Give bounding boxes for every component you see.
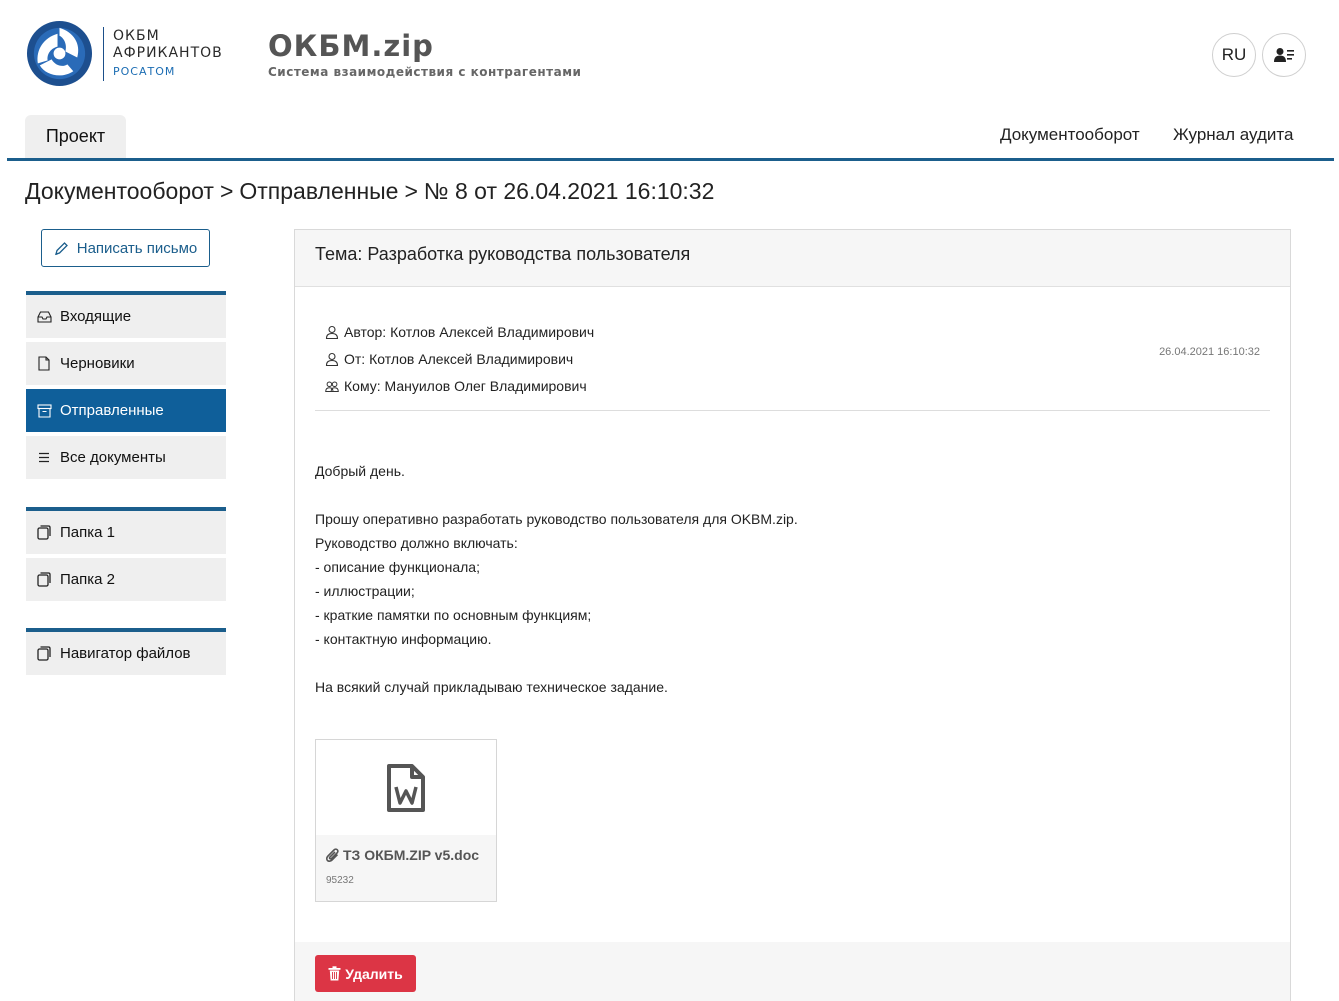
breadcrumb-separator: > <box>219 178 234 204</box>
message-body: Добрый день. Прошу оперативно разработат… <box>315 459 798 699</box>
archive-icon <box>36 403 52 419</box>
sidebar-item-label: Входящие <box>60 308 132 325</box>
delete-label: Удалить <box>345 965 403 982</box>
folder-icon <box>36 572 52 588</box>
message-to: Кому: Мануилов Олег Владимирович <box>325 372 594 399</box>
sidebar-item-label: Все документы <box>60 449 166 466</box>
inbox-icon <box>36 309 52 325</box>
list-icon <box>36 450 52 466</box>
attachment-card[interactable]: ТЗ ОКБМ.ZIP v5.doc 95232 <box>315 739 497 902</box>
sidebar-files-group: Навигатор файлов <box>26 628 226 679</box>
sidebar-folders-group: Папка 1 Папка 2 <box>26 507 226 605</box>
sidebar-item-inbox[interactable]: Входящие <box>26 295 226 338</box>
app-title: ОКБМ.zip <box>268 29 434 63</box>
user-icon <box>325 352 339 366</box>
logo-line-3: РОСАТОМ <box>113 64 176 78</box>
users-icon <box>325 379 339 393</box>
breadcrumb-docflow[interactable]: Документооборот <box>25 178 214 205</box>
body-line: На всякий случай прикладываю техническое… <box>315 679 668 695</box>
breadcrumb-current: № 8 от 26.04.2021 16:10:32 <box>423 178 715 204</box>
body-line: Добрый день. <box>315 463 405 479</box>
compose-button[interactable]: Написать письмо <box>41 229 210 267</box>
breadcrumb-sent[interactable]: Отправленные <box>239 178 398 205</box>
logo-line-2: АФРИКАНТОВ <box>113 44 223 61</box>
user-profile-button[interactable] <box>1262 33 1306 77</box>
nav-link-audit-log[interactable]: Журнал аудита <box>1173 125 1293 145</box>
app-subtitle: Система взаимодействия с контрагентами <box>268 65 582 79</box>
sidebar-mail-group: Входящие Черновики Отправленные Все доку… <box>26 291 226 483</box>
to-text: Кому: Мануилов Олег Владимирович <box>344 377 587 394</box>
app-brand: ОКБМ.zip Система взаимодействия с контра… <box>268 28 581 79</box>
paperclip-icon <box>326 847 339 862</box>
sidebar-item-label: Навигатор файлов <box>60 645 191 662</box>
file-icon <box>36 356 52 372</box>
body-line: - краткие памятки по основным функциям; <box>315 607 592 623</box>
attachment-filename: ТЗ ОКБМ.ZIP v5.doc <box>343 847 480 863</box>
language-button[interactable]: RU <box>1212 33 1256 77</box>
logo-text: ОКБМ АФРИКАНТОВ РОСАТОМ <box>113 28 223 80</box>
body-line: - иллюстрации; <box>315 583 415 599</box>
company-logo[interactable]: ОКБМ АФРИКАНТОВ РОСАТОМ <box>26 20 223 87</box>
folder-icon <box>36 525 52 541</box>
word-file-icon <box>387 763 425 812</box>
attachment-size: 95232 <box>326 875 354 886</box>
sidebar-item-sent[interactable]: Отправленные <box>26 389 226 432</box>
attachment-preview <box>316 740 496 835</box>
compose-label: Написать письмо <box>76 239 198 257</box>
folder-icon <box>36 646 52 662</box>
body-line <box>315 651 798 675</box>
sidebar-item-label: Папка 2 <box>60 571 115 588</box>
sidebar-item-drafts[interactable]: Черновики <box>26 342 226 385</box>
author-text: Автор: Котлов Алексей Владимирович <box>344 323 595 340</box>
message-meta: Автор: Котлов Алексей Владимирович От: К… <box>325 318 594 399</box>
sidebar-item-label: Черновики <box>60 355 135 372</box>
message-subject: Тема: Разработка руководства пользовател… <box>295 230 1290 287</box>
body-line: - контактную информацию. <box>315 631 492 647</box>
sidebar-item-all-documents[interactable]: Все документы <box>26 436 226 479</box>
message-author: Автор: Котлов Алексей Владимирович <box>325 318 594 345</box>
user-card-icon <box>1274 48 1294 62</box>
message-date: 26.04.2021 16:10:32 <box>1159 346 1260 358</box>
logo-line-1: ОКБМ <box>113 27 160 44</box>
delete-button[interactable]: Удалить <box>315 955 416 992</box>
sidebar-item-label: Папка 1 <box>60 524 115 541</box>
body-line <box>315 483 798 507</box>
tab-project[interactable]: Проект <box>25 115 126 158</box>
message-panel: Тема: Разработка руководства пользовател… <box>294 229 1291 1001</box>
logo-separator <box>103 26 104 81</box>
user-icon <box>325 325 339 339</box>
nav-link-docflow[interactable]: Документооборот <box>1000 125 1140 145</box>
sidebar-item-folder-2[interactable]: Папка 2 <box>26 558 226 601</box>
from-text: От: Котлов Алексей Владимирович <box>344 350 574 367</box>
message-footer: Удалить <box>295 942 1290 1001</box>
attachment-info: ТЗ ОКБМ.ZIP v5.doc 95232 <box>316 835 496 901</box>
attachment-name[interactable]: ТЗ ОКБМ.ZIP v5.doc <box>326 847 486 863</box>
message-from: От: Котлов Алексей Владимирович <box>325 345 594 372</box>
sidebar-item-label: Отправленные <box>60 402 164 419</box>
pen-icon <box>54 241 68 255</box>
sidebar-item-folder-1[interactable]: Папка 1 <box>26 511 226 554</box>
meta-divider <box>315 410 1270 411</box>
breadcrumb-separator: > <box>404 178 418 204</box>
rosatom-logo-icon <box>26 20 93 87</box>
top-navigation: Проект Документооборот Журнал аудита <box>7 113 1334 161</box>
breadcrumb: Документооборот > Отправленные > № 8 от … <box>25 178 714 205</box>
sidebar-item-file-navigator[interactable]: Навигатор файлов <box>26 632 226 675</box>
body-line: - описание функционала; <box>315 559 480 575</box>
body-line: Руководство должно включать: <box>315 535 518 551</box>
trash-icon <box>328 966 341 981</box>
body-line: Прошу оперативно разработать руководство… <box>315 511 798 527</box>
